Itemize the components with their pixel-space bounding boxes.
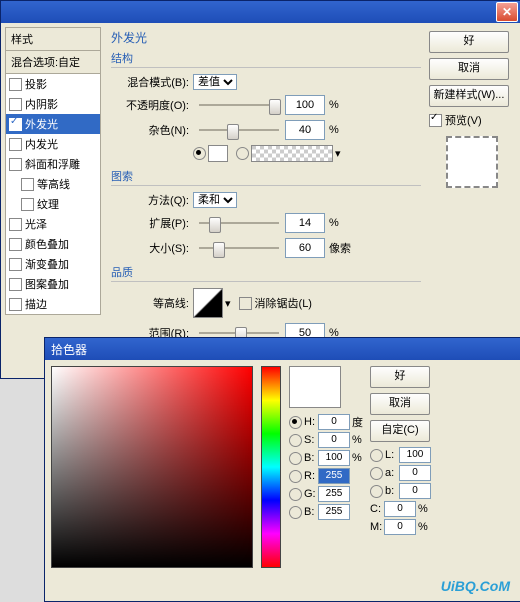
b-radio[interactable]	[289, 452, 302, 465]
blend-mode-label: 混合模式(B):	[111, 74, 193, 90]
effect-checkbox[interactable]	[9, 218, 22, 231]
contour-label: 等高线:	[111, 295, 193, 311]
sidebar-subheader[interactable]: 混合选项:自定	[5, 51, 101, 74]
noise-label: 杂色(N):	[111, 122, 193, 138]
effect-checkbox[interactable]	[21, 198, 34, 211]
effect-checkbox[interactable]	[9, 238, 22, 251]
picker-cancel-button[interactable]: 取消	[370, 393, 430, 415]
group-quality: 品质	[111, 264, 421, 282]
contour-picker[interactable]	[193, 288, 223, 318]
effect-checkbox[interactable]	[21, 178, 34, 191]
ok-button[interactable]: 好	[429, 31, 509, 53]
close-icon[interactable]: ✕	[496, 2, 518, 22]
spread-label: 扩展(P):	[111, 215, 193, 231]
sidebar-item-7[interactable]: 光泽	[6, 214, 100, 234]
preview-thumbnail	[446, 136, 498, 188]
h-input[interactable]: 0	[318, 414, 350, 430]
gradient-radio[interactable]	[236, 147, 249, 160]
effect-checkbox[interactable]	[9, 118, 22, 131]
sidebar-item-0[interactable]: 投影	[6, 74, 100, 94]
g-input[interactable]: 255	[318, 486, 350, 502]
chevron-down-icon[interactable]: ▾	[335, 147, 341, 160]
opacity-input[interactable]	[285, 95, 325, 115]
layer-style-dialog: ✕ 样式 混合选项:自定 投影内阴影外发光内发光斜面和浮雕等高线纹理光泽颜色叠加…	[0, 0, 520, 379]
sidebar-header: 样式	[5, 27, 101, 51]
method-label: 方法(Q):	[111, 192, 193, 208]
sidebar-item-9[interactable]: 渐变叠加	[6, 254, 100, 274]
opacity-slider[interactable]	[199, 98, 279, 112]
noise-slider[interactable]	[199, 123, 279, 137]
picker-ok-button[interactable]: 好	[370, 366, 430, 388]
bb-input[interactable]: 0	[399, 483, 431, 499]
antialias-checkbox[interactable]	[239, 297, 252, 310]
watermark: UiBQ.CoM	[441, 578, 510, 594]
gradient-swatch[interactable]	[251, 145, 333, 162]
sidebar-item-8[interactable]: 颜色叠加	[6, 234, 100, 254]
sidebar-item-2[interactable]: 外发光	[6, 114, 100, 134]
size-slider[interactable]	[199, 241, 279, 255]
effects-sidebar: 样式 混合选项:自定 投影内阴影外发光内发光斜面和浮雕等高线纹理光泽颜色叠加渐变…	[5, 27, 101, 374]
panel-title: 外发光	[111, 29, 421, 46]
s-input[interactable]: 0	[318, 432, 350, 448]
sidebar-item-6[interactable]: 纹理	[6, 194, 100, 214]
sidebar-item-1[interactable]: 内阴影	[6, 94, 100, 114]
effect-checkbox[interactable]	[9, 138, 22, 151]
new-style-button[interactable]: 新建样式(W)...	[429, 85, 509, 107]
picker-custom-button[interactable]: 自定(C)	[370, 420, 430, 442]
blend-mode-select[interactable]: 差值	[193, 74, 237, 90]
method-select[interactable]: 柔和	[193, 192, 237, 208]
color-swatch[interactable]	[208, 145, 228, 162]
sidebar-item-10[interactable]: 图案叠加	[6, 274, 100, 294]
sidebar-item-4[interactable]: 斜面和浮雕	[6, 154, 100, 174]
L-radio[interactable]	[370, 449, 383, 462]
spread-slider[interactable]	[199, 216, 279, 230]
group-elements: 图索	[111, 168, 421, 186]
noise-input[interactable]	[285, 120, 325, 140]
b-input[interactable]: 100	[318, 450, 350, 466]
effect-checkbox[interactable]	[9, 278, 22, 291]
opacity-label: 不透明度(O):	[111, 97, 193, 113]
hue-slider[interactable]	[261, 366, 281, 568]
g-radio[interactable]	[289, 488, 302, 501]
effect-checkbox[interactable]	[9, 258, 22, 271]
effect-checkbox[interactable]	[9, 78, 22, 91]
titlebar[interactable]: ✕	[1, 1, 520, 23]
effect-checkbox[interactable]	[9, 158, 22, 171]
bb-radio[interactable]	[370, 485, 383, 498]
picker-title: 拾色器	[51, 341, 87, 358]
bl-radio[interactable]	[289, 506, 302, 519]
m-input[interactable]: 0	[384, 519, 416, 535]
size-input[interactable]	[285, 238, 325, 258]
sidebar-item-11[interactable]: 描边	[6, 294, 100, 314]
color-radio[interactable]	[193, 147, 206, 160]
spread-input[interactable]	[285, 213, 325, 233]
r-radio[interactable]	[289, 470, 302, 483]
L-input[interactable]: 100	[399, 447, 431, 463]
preview-checkbox[interactable]	[429, 114, 442, 127]
color-picker-dialog: 拾色器 H:0度 S:0% B:100% R:255 G:255 B:255 好	[44, 337, 520, 602]
saturation-value-field[interactable]	[51, 366, 253, 568]
c-input[interactable]: 0	[384, 501, 416, 517]
current-color-swatch[interactable]	[289, 366, 341, 408]
group-structure: 结构	[111, 50, 421, 68]
bl-input[interactable]: 255	[318, 504, 350, 520]
a-input[interactable]: 0	[399, 465, 431, 481]
a-radio[interactable]	[370, 467, 383, 480]
picker-titlebar[interactable]: 拾色器	[45, 338, 520, 360]
effect-checkbox[interactable]	[9, 98, 22, 111]
effect-checkbox[interactable]	[9, 298, 22, 311]
sidebar-item-3[interactable]: 内发光	[6, 134, 100, 154]
size-label: 大小(S):	[111, 240, 193, 256]
sidebar-item-5[interactable]: 等高线	[6, 174, 100, 194]
r-input[interactable]: 255	[318, 468, 350, 484]
chevron-down-icon[interactable]: ▾	[225, 297, 231, 310]
s-radio[interactable]	[289, 434, 302, 447]
cancel-button[interactable]: 取消	[429, 58, 509, 80]
h-radio[interactable]	[289, 416, 302, 429]
